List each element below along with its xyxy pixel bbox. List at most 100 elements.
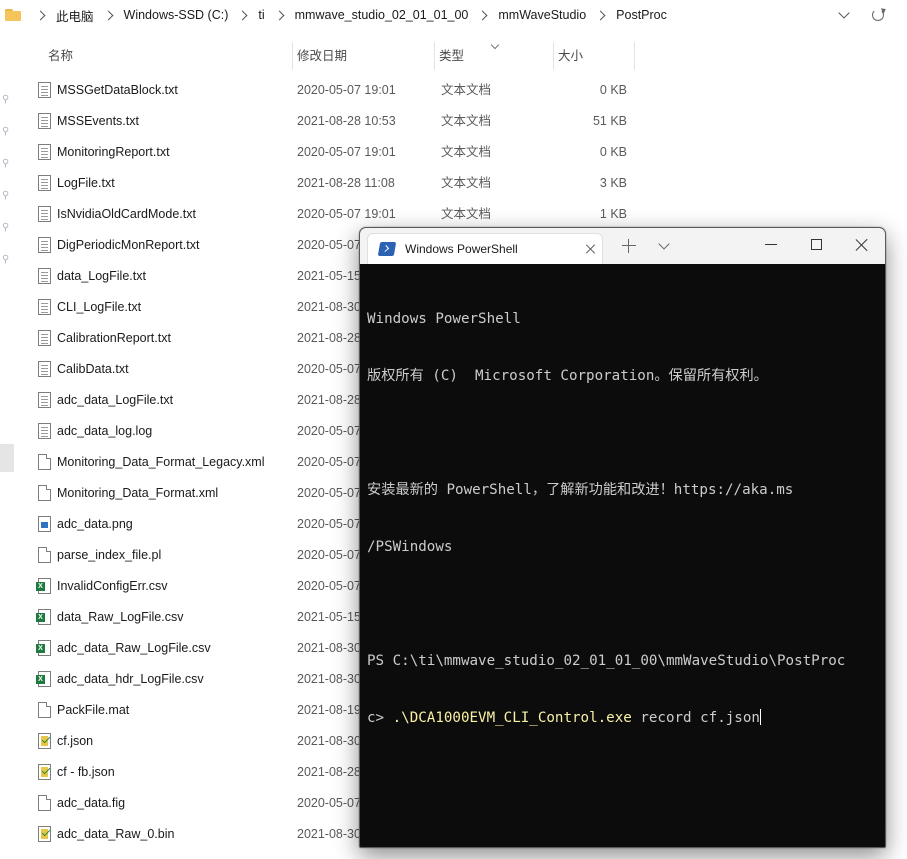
console-command-line: c> .\DCA1000EVM_CLI_Control.exe record c… bbox=[367, 709, 879, 728]
powershell-tab[interactable]: Windows PowerShell bbox=[367, 233, 603, 264]
blank-file-icon bbox=[38, 795, 51, 811]
file-name: InvalidConfigErr.csv bbox=[57, 579, 168, 593]
file-date: 2021-05-15 bbox=[297, 269, 361, 283]
window-close-icon[interactable] bbox=[855, 238, 869, 252]
file-name: MSSGetDataBlock.txt bbox=[57, 83, 178, 97]
file-date: 2020-05-07 bbox=[297, 362, 361, 376]
json-file-icon bbox=[38, 764, 51, 780]
breadcrumb: 此电脑 Windows-SSD (C:) ti mmwave_studio_02… bbox=[25, 6, 667, 25]
txt-file-icon bbox=[38, 175, 51, 191]
file-row[interactable]: MSSEvents.txt 2021-08-28 10:53 文本文档 51 KB bbox=[0, 106, 907, 137]
column-header-date[interactable]: 修改日期 bbox=[293, 38, 435, 72]
file-name: cf - fb.json bbox=[57, 765, 115, 779]
chevron-right-icon bbox=[595, 10, 606, 20]
file-name: adc_data.png bbox=[57, 517, 133, 531]
console-command: .\DCA1000EVM_CLI_Control.exe bbox=[392, 710, 632, 726]
file-date: 2020-05-07 bbox=[297, 455, 361, 469]
powershell-tab-title: Windows PowerShell bbox=[405, 242, 518, 256]
file-size: 3 KB bbox=[599, 176, 627, 190]
column-header-size[interactable]: 大小 bbox=[554, 38, 635, 72]
file-date: 2021-08-30 bbox=[297, 734, 361, 748]
console-command-args: record cf.json bbox=[631, 710, 760, 726]
txt-file-icon bbox=[38, 392, 51, 408]
file-date: 2021-08-28 bbox=[297, 393, 361, 407]
file-date: 2020-05-07 19:01 bbox=[297, 207, 396, 221]
chevron-right-icon bbox=[35, 10, 46, 20]
file-date: 2021-08-19 bbox=[297, 703, 361, 717]
column-header-name-label: 名称 bbox=[48, 49, 74, 63]
file-row[interactable]: IsNvidiaOldCardMode.txt 2020-05-07 19:01 文… bbox=[0, 199, 907, 230]
file-name: IsNvidiaOldCardMode.txt bbox=[57, 207, 196, 221]
maximize-icon[interactable] bbox=[811, 239, 822, 250]
file-type: 文本文档 bbox=[441, 207, 492, 221]
file-name: CalibrationReport.txt bbox=[57, 331, 171, 345]
text-cursor bbox=[759, 709, 761, 725]
file-row[interactable]: MonitoringReport.txt 2020-05-07 19:01 文本文档… bbox=[0, 137, 907, 168]
txt-file-icon bbox=[38, 299, 51, 315]
column-header-type-label: 类型 bbox=[439, 49, 465, 63]
blank-file-icon bbox=[38, 547, 51, 563]
breadcrumb-drive[interactable]: Windows-SSD (C:) bbox=[124, 8, 229, 22]
powershell-console[interactable]: Windows PowerShell 版权所有 (C) Microsoft Co… bbox=[367, 272, 879, 766]
breadcrumb-this-pc[interactable]: 此电脑 bbox=[56, 6, 94, 25]
file-name: parse_index_file.pl bbox=[57, 548, 162, 562]
file-name: data_Raw_LogFile.csv bbox=[57, 610, 184, 624]
file-name: data_LogFile.txt bbox=[57, 269, 146, 283]
txt-file-icon bbox=[38, 144, 51, 160]
file-date: 2021-08-30 bbox=[297, 672, 361, 686]
powershell-icon bbox=[377, 242, 397, 256]
txt-file-icon bbox=[38, 113, 51, 129]
new-tab-plus-icon[interactable] bbox=[622, 239, 636, 253]
file-name: Monitoring_Data_Format.xml bbox=[57, 486, 219, 500]
file-row[interactable]: LogFile.txt 2021-08-28 11:08 文本文档 3 KB bbox=[0, 168, 907, 199]
file-name: Monitoring_Data_Format_Legacy.xml bbox=[57, 455, 265, 469]
txt-file-icon bbox=[38, 361, 51, 377]
breadcrumb-postproc[interactable]: PostProc bbox=[616, 8, 667, 22]
file-name: CalibData.txt bbox=[57, 362, 129, 376]
chevron-right-icon bbox=[274, 10, 285, 20]
file-name: adc_data.fig bbox=[57, 796, 126, 810]
txt-file-icon bbox=[38, 423, 51, 439]
file-date: 2020-05-07 bbox=[297, 486, 361, 500]
file-size: 0 KB bbox=[599, 83, 627, 97]
file-name: adc_data_Raw_0.bin bbox=[57, 827, 175, 841]
file-name: PackFile.mat bbox=[57, 703, 130, 717]
column-header-name[interactable]: 名称 bbox=[44, 38, 293, 72]
file-date: 2021-05-15 bbox=[297, 610, 361, 624]
txt-file-icon bbox=[38, 268, 51, 284]
console-line: /PSWindows bbox=[367, 539, 453, 555]
file-row[interactable]: MSSGetDataBlock.txt 2020-05-07 19:01 文本文档 0… bbox=[0, 75, 907, 106]
file-name: CLI_LogFile.txt bbox=[57, 300, 142, 314]
txt-file-icon bbox=[38, 206, 51, 222]
file-name: DigPeriodicMonReport.txt bbox=[57, 238, 200, 252]
file-date: 2020-05-07 19:01 bbox=[297, 145, 396, 159]
file-size: 0 KB bbox=[599, 145, 627, 159]
breadcrumb-mmwave-studio[interactable]: mmwave_studio_02_01_01_00 bbox=[295, 8, 469, 22]
file-name: adc_data_Raw_LogFile.csv bbox=[57, 641, 211, 655]
txt-file-icon bbox=[38, 330, 51, 346]
file-type: 文本文档 bbox=[441, 114, 492, 128]
console-line: Windows PowerShell bbox=[367, 311, 521, 327]
powershell-titlebar[interactable]: Windows PowerShell bbox=[360, 228, 885, 264]
minimize-icon[interactable] bbox=[765, 244, 777, 246]
powershell-window[interactable]: Windows PowerShell Windows PowerShell 版权… bbox=[359, 227, 886, 848]
breadcrumb-mmwavestudio[interactable]: mmWaveStudio bbox=[498, 8, 586, 22]
address-history-dropdown-icon[interactable] bbox=[838, 7, 850, 19]
address-bar[interactable]: 此电脑 Windows-SSD (C:) ti mmwave_studio_02… bbox=[0, 0, 907, 30]
chevron-right-icon bbox=[103, 10, 113, 20]
tab-dropdown-chevron-icon[interactable] bbox=[658, 238, 670, 250]
console-line: 版权所有 (C) Microsoft Corporation。保留所有权利。 bbox=[367, 368, 768, 384]
file-date: 2020-05-07 bbox=[297, 796, 361, 810]
file-date: 2021-08-28 10:53 bbox=[297, 114, 396, 128]
tab-close-icon[interactable] bbox=[585, 243, 597, 255]
file-name: adc_data_LogFile.txt bbox=[57, 393, 174, 407]
breadcrumb-ti[interactable]: ti bbox=[258, 8, 264, 22]
file-type: 文本文档 bbox=[441, 176, 492, 190]
png-file-icon bbox=[38, 516, 51, 532]
file-name: LogFile.txt bbox=[57, 176, 115, 190]
folder-icon bbox=[5, 9, 21, 21]
file-date: 2021-08-28 11:08 bbox=[297, 176, 395, 190]
refresh-icon[interactable] bbox=[872, 9, 884, 21]
txt-file-icon bbox=[38, 237, 51, 253]
